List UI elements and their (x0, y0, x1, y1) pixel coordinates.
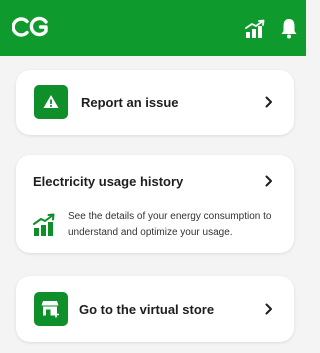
report-issue-card[interactable]: Report an issue (16, 70, 294, 135)
app-header (0, 0, 306, 56)
usage-chart-icon[interactable] (245, 19, 267, 39)
virtual-store-card[interactable]: Go to the virtual store (16, 276, 294, 342)
store-icon-tile (34, 292, 68, 326)
bell-icon[interactable] (280, 17, 298, 39)
cg-logo (12, 14, 50, 40)
warning-icon (43, 95, 59, 108)
chevron-right-icon (264, 96, 274, 108)
usage-history-title: Electricity usage history (33, 174, 184, 189)
warning-icon-tile (34, 85, 68, 119)
store-add-icon (41, 301, 59, 318)
chevron-right-icon (264, 303, 274, 315)
usage-chart-icon (33, 212, 57, 238)
usage-history-card[interactable]: Electricity usage history See the detail… (16, 155, 294, 253)
report-issue-label: Report an issue (81, 95, 179, 110)
virtual-store-label: Go to the virtual store (79, 302, 215, 317)
usage-history-description: See the details of your energy consumpti… (68, 211, 272, 238)
chevron-right-icon (264, 175, 274, 187)
